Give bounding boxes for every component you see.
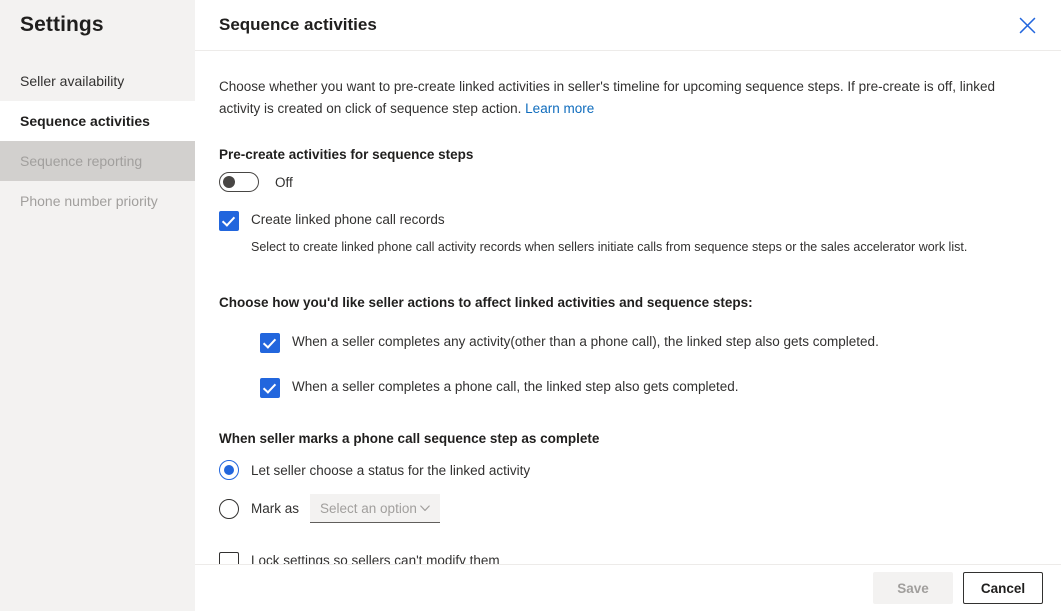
radio-mark-as-label: Mark as [251,501,299,516]
seller-action-phone-call-label: When a seller completes a phone call, th… [292,377,739,396]
chevron-down-icon [419,502,431,514]
linked-call-records-row: Create linked phone call records [219,210,1037,231]
sidebar-item-label: Seller availability [20,73,124,89]
sidebar-item-seller-availability[interactable]: Seller availability [0,61,195,101]
intro-paragraph: Choose whether you want to pre-create li… [219,76,1029,120]
mark-as-radio-row: Mark as Select an option [219,494,1037,523]
seller-action-option-row: When a seller completes any activity(oth… [260,332,1037,353]
radio-mark-as[interactable] [219,499,239,519]
radio-let-seller-choose[interactable] [219,460,239,480]
page-title: Sequence activities [219,14,377,36]
sidebar-item-phone-number-priority[interactable]: Phone number priority [0,181,195,221]
intro-text: Choose whether you want to pre-create li… [219,79,995,116]
sidebar-item-sequence-activities[interactable]: Sequence activities [0,101,195,141]
seller-actions-heading: Choose how you'd like seller actions to … [219,295,1037,310]
learn-more-link[interactable]: Learn more [525,101,594,116]
seller-action-option-row: When a seller completes a phone call, th… [260,377,1037,398]
precreate-label: Pre-create activities for sequence steps [219,147,1037,162]
dialog-footer: Save Cancel [195,564,1061,611]
seller-action-phone-call-checkbox[interactable] [260,378,280,398]
settings-dialog: Settings Seller availability Sequence ac… [0,0,1061,611]
linked-call-records-label: Create linked phone call records [251,210,445,229]
sidebar-item-sequence-reporting[interactable]: Sequence reporting [0,141,195,181]
close-button[interactable] [1011,9,1043,41]
sidebar-title: Settings [0,0,195,37]
precreate-toggle-row: Off [219,172,1037,192]
linked-call-records-description: Select to create linked phone call activ… [251,238,1037,256]
sidebar-item-label: Sequence activities [20,113,150,129]
seller-action-any-activity-checkbox[interactable] [260,333,280,353]
linked-call-records-checkbox[interactable] [219,211,239,231]
cancel-button[interactable]: Cancel [963,572,1043,604]
sidebar-item-label: Phone number priority [20,193,158,209]
save-button[interactable]: Save [873,572,953,604]
radio-let-seller-choose-label: Let seller choose a status for the linke… [251,463,530,478]
sidebar-item-label: Sequence reporting [20,153,142,169]
precreate-toggle[interactable] [219,172,259,192]
toggle-knob [223,176,235,188]
settings-main-panel: Sequence activities Choose whether you w… [195,0,1061,611]
panel-body: Choose whether you want to pre-create li… [195,76,1061,572]
panel-header: Sequence activities [195,0,1061,51]
seller-action-any-activity-label: When a seller completes any activity(oth… [292,332,879,351]
mark-complete-heading: When seller marks a phone call sequence … [219,431,1037,446]
sidebar-nav: Seller availability Sequence activities … [0,61,195,221]
close-icon [1019,17,1036,34]
precreate-toggle-state: Off [275,175,293,190]
mark-as-status-dropdown[interactable]: Select an option [310,494,440,523]
mark-as-status-dropdown-value: Select an option [320,501,417,516]
mark-complete-radio-row: Let seller choose a status for the linke… [219,460,1037,480]
settings-sidebar: Settings Seller availability Sequence ac… [0,0,195,611]
